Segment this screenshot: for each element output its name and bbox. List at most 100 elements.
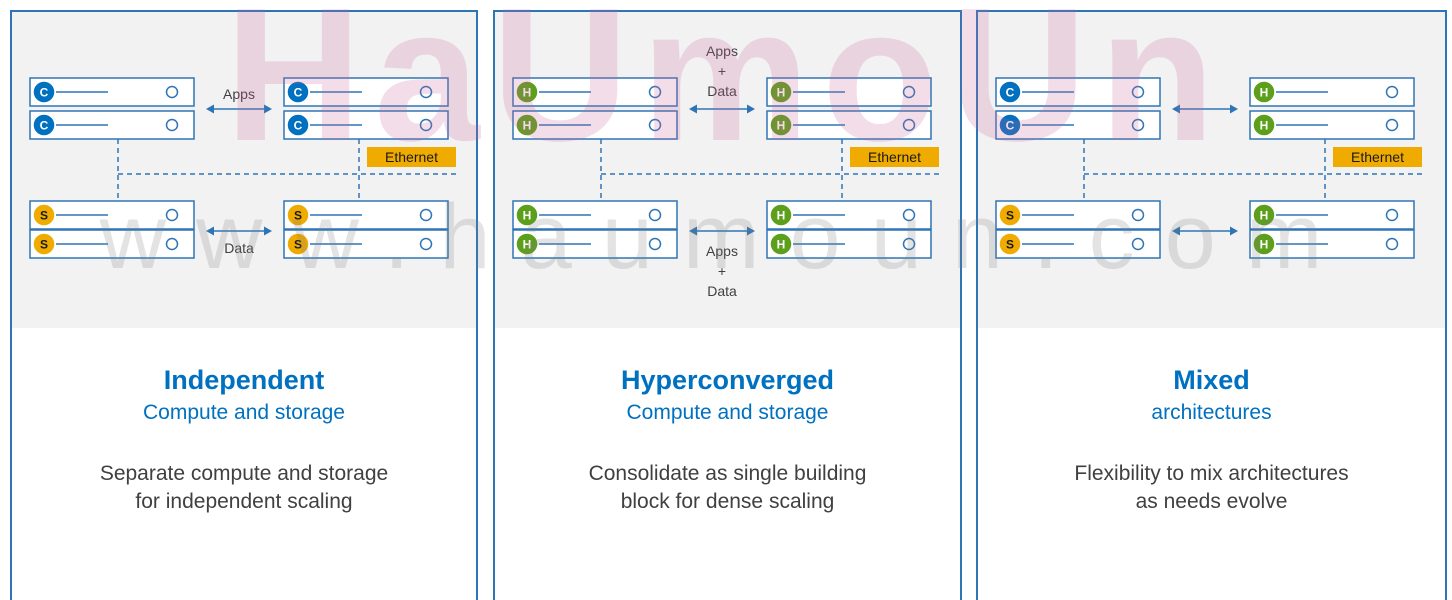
node-type-letter: C (294, 119, 303, 133)
panel-text: Mixed architectures Flexibility to mix a… (978, 364, 1445, 516)
bidirectional-arrow (1172, 226, 1238, 236)
node-type-letter: S (1006, 209, 1014, 223)
description-line: Separate compute and storage (99, 462, 389, 485)
server-status-led (902, 237, 916, 251)
panel-subheading: Compute and storage (626, 401, 829, 424)
flow-label: Data (707, 83, 737, 99)
server-node: C (283, 77, 449, 107)
server-status-led (1385, 85, 1399, 99)
bidirectional-arrow (689, 226, 755, 236)
description-line: Flexibility to mix architectures (1074, 462, 1349, 485)
server-status-led (165, 208, 179, 222)
server-node: H (766, 200, 932, 230)
panel-heading: Independent (163, 365, 325, 395)
node-type-letter: H (777, 86, 786, 100)
ethernet-tag: Ethernet (367, 147, 456, 167)
description-line: as needs evolve (1135, 490, 1288, 513)
node-type-letter: H (1260, 238, 1269, 252)
flow-label: + (718, 63, 726, 79)
flow-label: Data (707, 283, 737, 299)
description-line: for independent scaling (135, 490, 353, 513)
architecture-diagram: Ethernet C C C C S S S S Apps Data (29, 77, 458, 259)
node-type-letter: C (294, 86, 303, 100)
flow-label: Apps (706, 243, 738, 259)
server-status-led (419, 208, 433, 222)
server-status-led (902, 208, 916, 222)
server-status-led (902, 118, 916, 132)
server-status-led (902, 85, 916, 99)
server-node: H (1249, 77, 1415, 107)
node-type-letter: S (294, 238, 302, 252)
bidirectional-arrow (689, 104, 755, 114)
ethernet-label: Ethernet (385, 149, 438, 165)
server-node: S (995, 229, 1161, 259)
node-type-letter: H (523, 238, 532, 252)
server-node: C (283, 110, 449, 140)
server-status-led (648, 118, 662, 132)
flow-label: + (718, 263, 726, 279)
server-status-led (419, 237, 433, 251)
server-node: H (1249, 229, 1415, 259)
node-type-letter: H (777, 209, 786, 223)
server-node: H (512, 200, 678, 230)
architecture-diagram: Ethernet C C H H S S H H (995, 77, 1424, 259)
server-node: C (29, 77, 195, 107)
panel-subheading: Compute and storage (143, 401, 345, 424)
description-line: Consolidate as single building (588, 462, 867, 485)
server-status-led (1385, 208, 1399, 222)
node-type-letter: H (1260, 86, 1269, 100)
panel-text: Hyperconverged Compute and storage Conso… (495, 364, 960, 516)
panel-hyperconverged: Ethernet H H H H H H H H Apps + Data Apps + Data Hyper… (493, 10, 962, 600)
node-type-letter: S (1006, 238, 1014, 252)
ethernet-label: Ethernet (1351, 149, 1404, 165)
flow-label: Apps (706, 43, 738, 59)
server-node: H (766, 110, 932, 140)
node-type-letter: S (40, 209, 48, 223)
panel-heading: Mixed (1173, 365, 1250, 395)
diagram-area: Ethernet H H H H H H H H Apps + Data Apps + Data (495, 12, 960, 328)
server-status-led (1131, 208, 1145, 222)
ethernet-label: Ethernet (868, 149, 921, 165)
node-type-letter: H (1260, 209, 1269, 223)
bidirectional-arrow (1172, 104, 1238, 114)
server-status-led (648, 208, 662, 222)
server-node: H (512, 77, 678, 107)
server-status-led (419, 85, 433, 99)
server-node: S (995, 200, 1161, 230)
panel-text: Independent Compute and storage Separate… (12, 364, 476, 516)
panel-independent: Ethernet C C C C S S S S Apps Data Independent Com… (10, 10, 478, 600)
node-type-letter: C (40, 119, 49, 133)
server-status-led (1385, 118, 1399, 132)
node-type-letter: S (294, 209, 302, 223)
panel-description: Consolidate as single building block for… (495, 460, 960, 516)
server-status-led (1131, 85, 1145, 99)
server-node: S (283, 200, 449, 230)
server-node: H (766, 229, 932, 259)
server-status-led (165, 85, 179, 99)
panel-heading: Hyperconverged (620, 365, 835, 395)
flow-label: Apps (223, 86, 255, 102)
server-node: C (995, 110, 1161, 140)
panel-subheading: architectures (1151, 401, 1272, 424)
server-node: C (29, 110, 195, 140)
flow-label: Data (224, 240, 254, 256)
panel-mixed: Ethernet C C H H S S H H Mixed architectures Fle… (976, 10, 1447, 600)
server-node: H (512, 110, 678, 140)
node-type-letter: H (523, 119, 532, 133)
bidirectional-arrow (206, 226, 272, 236)
server-status-led (648, 85, 662, 99)
description-line: block for dense scaling (620, 490, 835, 513)
server-node: S (283, 229, 449, 259)
node-type-letter: C (1006, 86, 1015, 100)
server-status-led (1131, 237, 1145, 251)
server-status-led (165, 118, 179, 132)
architecture-diagram: Ethernet H H H H H H H H Apps + Data Apps + Data (512, 43, 941, 299)
panel-description: Flexibility to mix architectures as need… (978, 460, 1445, 516)
node-type-letter: H (777, 238, 786, 252)
server-status-led (1131, 118, 1145, 132)
server-status-led (648, 237, 662, 251)
node-type-letter: S (40, 238, 48, 252)
server-status-led (1385, 237, 1399, 251)
node-type-letter: C (1006, 119, 1015, 133)
node-type-letter: C (40, 86, 49, 100)
